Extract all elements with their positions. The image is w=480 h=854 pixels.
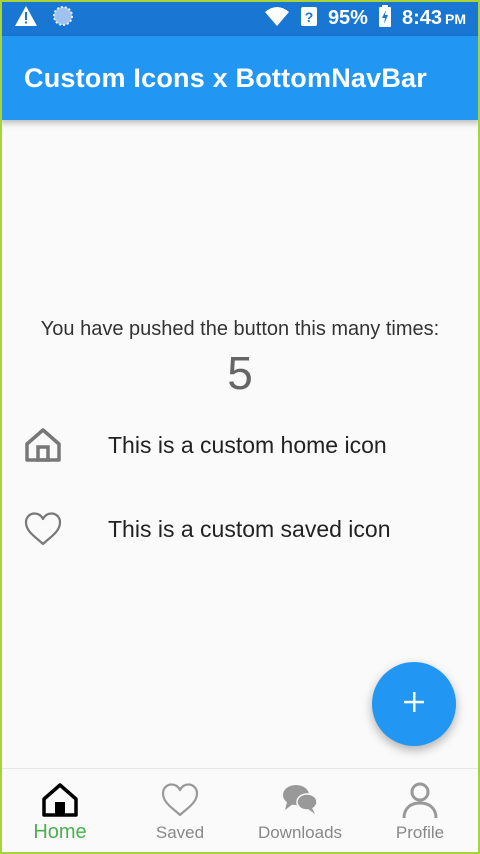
sync-icon — [52, 5, 74, 32]
person-icon — [399, 779, 441, 821]
home-icon — [22, 424, 64, 466]
row-text: This is a custom saved icon — [108, 515, 391, 542]
svg-text:?: ? — [305, 9, 314, 25]
counter-value: 5 — [227, 347, 253, 399]
bottom-nav-bar: Home Saved Downloads Profile — [0, 768, 480, 854]
chat-bubbles-icon — [279, 779, 321, 821]
page-title: Custom Icons x BottomNavBar — [24, 62, 427, 93]
nav-label-home: Home — [33, 821, 87, 843]
nav-label-profile: Profile — [395, 823, 445, 842]
clock: 8:43 PM — [401, 6, 466, 29]
warning-icon — [14, 5, 38, 32]
wifi-icon — [264, 5, 290, 32]
row-text: This is a custom home icon — [108, 431, 387, 458]
status-bar: ? 95% 8:43 PM — [0, 0, 480, 36]
plus-icon — [402, 690, 426, 719]
nav-label-saved: Saved — [155, 823, 205, 842]
heart-icon — [22, 508, 64, 550]
nav-item-home[interactable]: Home — [0, 769, 120, 854]
heart-icon — [159, 779, 201, 821]
nav-item-saved[interactable]: Saved — [120, 769, 240, 854]
nav-label-downloads: Downloads — [257, 823, 343, 842]
nav-item-downloads[interactable]: Downloads — [240, 769, 360, 854]
nav-item-profile[interactable]: Profile — [360, 769, 480, 854]
counter-label: You have pushed the button this many tim… — [40, 318, 440, 340]
battery-charging-icon — [378, 4, 392, 32]
home-icon — [39, 779, 81, 821]
battery-percent: 95% — [327, 6, 368, 29]
signal-question-icon: ? — [300, 5, 318, 32]
list-item: This is a custom home icon — [22, 423, 462, 467]
app-bar: Custom Icons x BottomNavBar — [0, 36, 480, 120]
list-item: This is a custom saved icon — [22, 507, 462, 551]
increment-fab-button[interactable] — [372, 662, 456, 746]
